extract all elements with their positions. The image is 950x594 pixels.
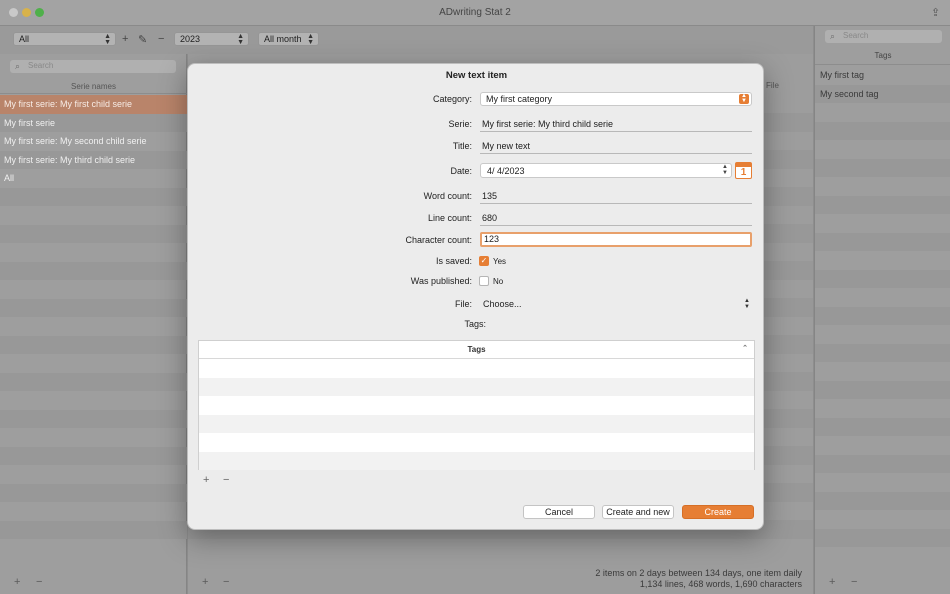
serie-field[interactable]: My first serie: My third child serie [480, 119, 752, 132]
file-popup[interactable]: Choose... ▲ ▼ [480, 297, 752, 311]
word-count-field[interactable]: 135 [480, 191, 752, 204]
serie-names-header[interactable]: Serie names [0, 80, 187, 94]
filter-popup[interactable]: All ▲ ▼ [13, 32, 116, 46]
date-value: 4/ 4/2023 [487, 166, 525, 176]
dialog-tags-header-label: Tags [467, 345, 486, 354]
new-text-item-dialog: New text item Category: My first categor… [187, 63, 764, 530]
dialog-remove-tag-button[interactable]: − [223, 474, 229, 486]
category-value: My first category [486, 94, 553, 104]
character-count-label: Character count: [405, 235, 472, 245]
add-tag-button[interactable]: + [829, 576, 835, 588]
status-line-2: 1,134 lines, 468 words, 1,690 characters [639, 579, 802, 589]
share-icon[interactable]: ⇪ [931, 6, 941, 19]
search-icon: ⌕ [830, 31, 836, 41]
remove-filter-button[interactable]: − [158, 33, 164, 45]
tags-sidebar: ⌕ Search Tags My first tag My second tag… [814, 26, 950, 594]
status-summary: 2 items on 2 days between 134 days, one … [595, 568, 802, 590]
is-saved-option: Yes [493, 257, 507, 266]
tags-list: My first tag My second tag [815, 66, 950, 547]
series-sidebar: ⌕ Search Serie names My first serie: My … [0, 54, 187, 594]
file-label: File: [454, 299, 472, 309]
line-count-field[interactable]: 680 [480, 213, 752, 226]
title-label: Title: [452, 141, 472, 151]
list-item[interactable]: All [0, 169, 187, 188]
list-item[interactable]: My first tag [815, 66, 950, 85]
date-stepper[interactable]: ▲ ▼ [722, 164, 728, 176]
pencil-icon[interactable]: ✎ [138, 33, 147, 46]
line-count-label: Line count: [427, 213, 472, 223]
add-serie-button[interactable]: + [14, 576, 20, 588]
series-search-placeholder: Search [28, 61, 54, 70]
title-bar: ADwriting Stat 2 ⇪ [0, 0, 950, 26]
sort-caret-icon: ⌃ [742, 345, 748, 352]
cancel-button[interactable]: Cancel [523, 505, 595, 519]
create-and-new-button[interactable]: Create and new [602, 505, 674, 519]
search-icon: ⌕ [15, 61, 21, 71]
chevron-updown-icon: ▲ ▼ [237, 33, 244, 46]
tags-header[interactable]: Tags [815, 51, 950, 65]
was-published-checkbox[interactable] [479, 276, 489, 286]
dialog-title: New text item [445, 70, 508, 81]
chevron-updown-icon: ▲ ▼ [104, 33, 111, 46]
filter-popup-value: All [19, 34, 30, 44]
character-count-field[interactable]: 123 [480, 232, 752, 247]
year-popup-value: 2023 [180, 34, 201, 44]
series-list: My first serie: My first child serie My … [0, 95, 187, 558]
list-item[interactable]: My first serie [0, 113, 187, 132]
file-column-header[interactable]: File [766, 81, 779, 90]
remove-tag-button[interactable]: − [851, 576, 857, 588]
file-value: Choose... [483, 299, 522, 309]
series-search-field[interactable]: ⌕ Search [10, 60, 176, 73]
list-item[interactable]: My first serie: My second child serie [0, 132, 187, 151]
title-field[interactable]: My new text [480, 141, 752, 154]
list-item[interactable]: My first serie: My third child serie [0, 150, 187, 169]
remove-serie-button[interactable]: − [36, 576, 42, 588]
date-label: Date: [450, 166, 472, 176]
dialog-tags-header[interactable]: Tags ⌃ [199, 341, 754, 359]
chevron-updown-icon: ▲ ▼ [744, 298, 750, 310]
category-popup[interactable]: My first category ▲ ▼ [480, 92, 752, 106]
tags-search-placeholder: Search [843, 31, 869, 40]
list-item[interactable]: My second tag [815, 84, 950, 103]
date-picker[interactable]: 4/ 4/2023 ▲ ▼ [480, 163, 732, 178]
was-published-label: Was published: [410, 276, 472, 286]
year-popup[interactable]: 2023 ▲ ▼ [174, 32, 249, 46]
chevron-updown-icon: ▲ ▼ [739, 93, 749, 104]
month-popup-value: All month [264, 34, 302, 44]
list-item[interactable]: My first serie: My first child serie [0, 95, 187, 114]
tags-header-label: Tags [874, 51, 892, 60]
serie-label: Serie: [448, 119, 472, 129]
word-count-label: Word count: [423, 191, 472, 201]
category-label: Category: [432, 94, 472, 104]
calendar-icon[interactable]: 1 [735, 162, 752, 179]
tags-search-field[interactable]: ⌕ Search [825, 30, 942, 43]
month-popup[interactable]: All month ▲ ▼ [258, 32, 319, 46]
window-title: ADwriting Stat 2 [439, 7, 511, 18]
add-text-button[interactable]: + [202, 576, 208, 588]
tags-label: Tags: [464, 319, 486, 329]
add-filter-button[interactable]: + [122, 33, 128, 45]
was-published-option: No [493, 277, 504, 286]
is-saved-label: Is saved: [435, 256, 472, 266]
status-line-1: 2 items on 2 days between 134 days, one … [595, 568, 802, 578]
create-button[interactable]: Create [682, 505, 754, 519]
dialog-tags-table[interactable]: Tags ⌃ [198, 340, 755, 470]
calendar-day: 1 [740, 167, 747, 178]
chevron-updown-icon: ▲ ▼ [307, 33, 314, 46]
remove-text-button[interactable]: − [223, 576, 229, 588]
dialog-add-tag-button[interactable]: + [203, 474, 209, 486]
is-saved-checkbox[interactable]: ✓ [479, 256, 489, 266]
